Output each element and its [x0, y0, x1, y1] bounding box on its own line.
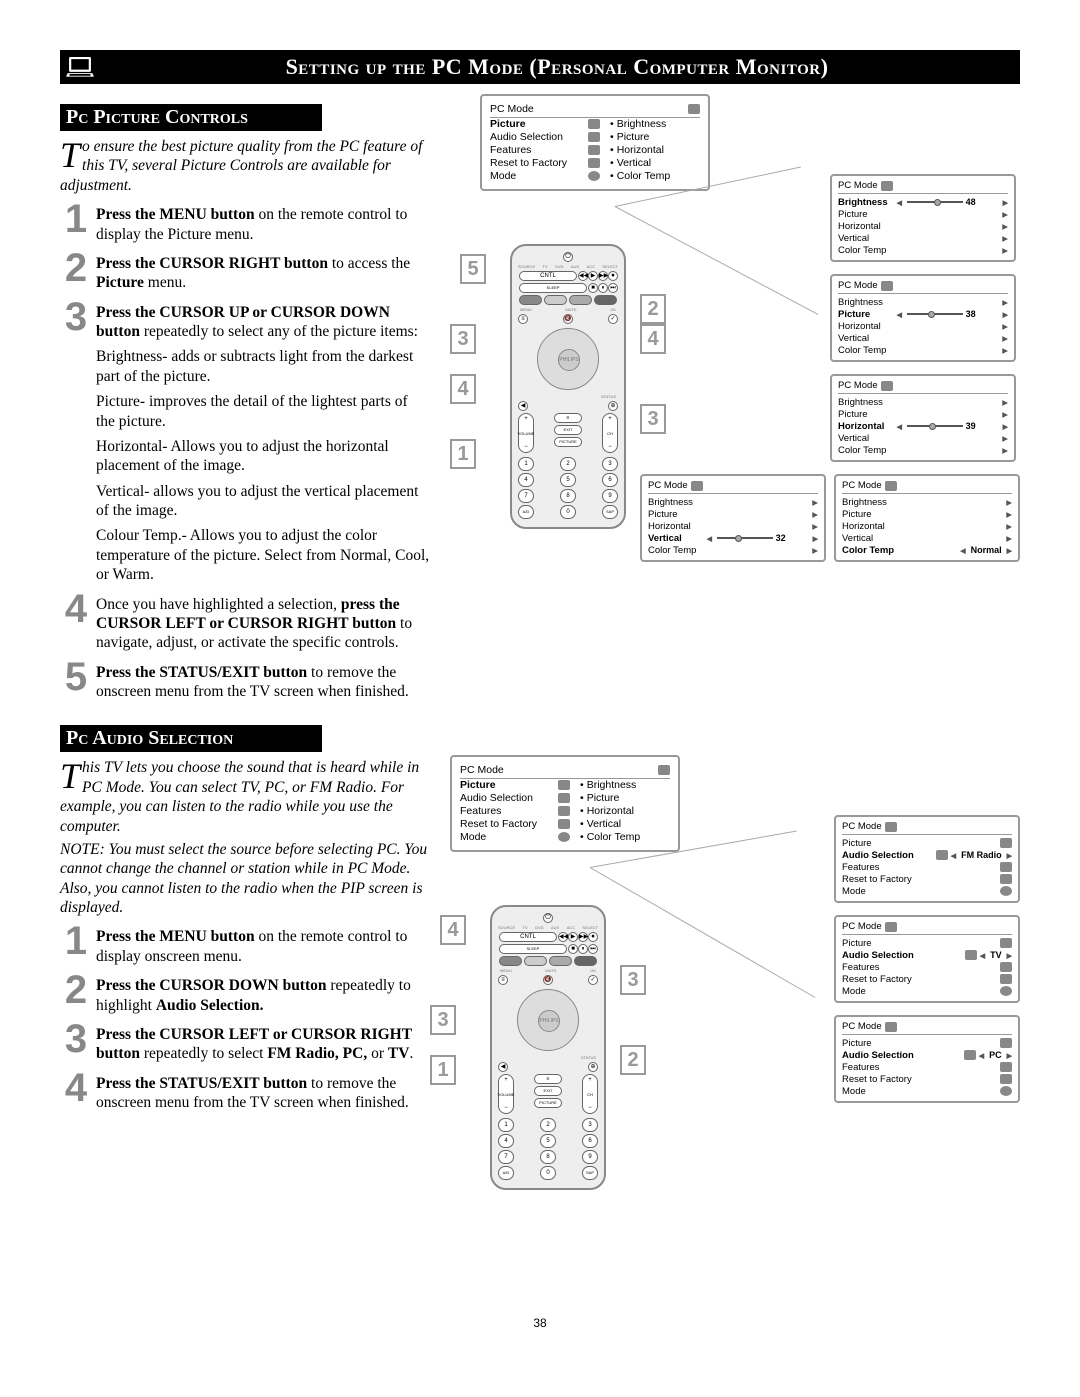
power-button: ⏻: [563, 252, 573, 262]
picture-step-1: 1 Press the MENU button on the remote co…: [60, 199, 430, 244]
features-icon: [588, 145, 600, 155]
callout-1: 1: [450, 439, 476, 469]
callout-3b: 3: [640, 404, 666, 434]
page-title: Setting up the PC Mode (Personal Compute…: [100, 54, 1014, 80]
monitor-icon: [688, 104, 700, 114]
osd-colortemp: PC Mode Brightness▶ Picture▶ Horizontal▶…: [834, 474, 1020, 562]
dpad: PHILIPS: [537, 328, 599, 390]
callout-2: 2: [640, 294, 666, 324]
section-header-picture: Pc Picture Controls: [60, 104, 322, 131]
channel-rocker: +CH−: [602, 413, 618, 453]
picture-icon: [588, 119, 600, 129]
page-title-bar: Setting up the PC Mode (Personal Compute…: [60, 50, 1020, 84]
section-header-audio: Pc Audio Selection: [60, 725, 322, 752]
laptop-icon: [66, 55, 94, 79]
callout-a3b: 3: [620, 965, 646, 995]
callout-3a: 3: [450, 324, 476, 354]
mode-icon: [588, 171, 600, 181]
picture-subitems: Brightness- adds or subtracts light from…: [96, 347, 430, 584]
audio-intro: This TV lets you choose the sound that i…: [60, 758, 430, 836]
osd-audio-pc: PC Mode Picture Audio SelectionPC Featur…: [834, 1015, 1020, 1103]
back-button: ◀: [518, 401, 528, 411]
callout-a4: 4: [440, 915, 466, 945]
audio-step-2: 2 Press the CURSOR DOWN button repeatedl…: [60, 970, 430, 1015]
osd-main-menu-audio: PC Mode Picture Audio Selection Features…: [450, 755, 680, 852]
audio-note: NOTE: You must select the source before …: [60, 840, 430, 918]
osd-vertical: PC Mode Brightness▶ Picture▶ Horizontal▶…: [640, 474, 826, 562]
callout-5: 5: [460, 254, 486, 284]
status-button: ⊕: [608, 401, 618, 411]
osd-audio-tv: PC Mode Picture Audio SelectionTV Featur…: [834, 915, 1020, 1003]
audio-step-1: 1 Press the MENU button on the remote co…: [60, 921, 430, 966]
callout-4a: 4: [450, 374, 476, 404]
osd-brightness: PC Mode Brightness48 Picture▶ Horizontal…: [830, 174, 1016, 262]
callout-a1: 1: [430, 1055, 456, 1085]
picture-step-5: 5 Press the STATUS/EXIT button to remove…: [60, 657, 430, 702]
numpad: 123 456 789 A/D0SAP: [518, 457, 618, 519]
osd-horizontal: PC Mode Brightness▶ Picture▶ Horizontal3…: [830, 374, 1016, 462]
callout-a3a: 3: [430, 1005, 456, 1035]
picture-intro: To ensure the best picture quality from …: [60, 137, 430, 195]
remote-control-picture: ⏻ SOURCETVDVDAUXACCSELECT CNTL◀◀▶▶▶⏺ SLE…: [510, 244, 626, 529]
audio-step-3: 3 Press the CURSOR LEFT or CURSOR RIGHT …: [60, 1019, 430, 1064]
osd-audio-fmradio: PC Mode Picture Audio SelectionFM Radio …: [834, 815, 1020, 903]
remote-control-audio: ⏻ SOURCETVDVDAUXACCSELECT CNTL◀◀▶▶▶⏺ SLE…: [490, 905, 606, 1190]
callout-a2: 2: [620, 1045, 646, 1075]
menu-button: ≡: [518, 314, 528, 324]
page-number: 38: [60, 1316, 1020, 1330]
osd-picture: PC Mode Brightness▶ Picture38 Horizontal…: [830, 274, 1016, 362]
left-column: Pc Picture Controls To ensure the best p…: [60, 94, 430, 1286]
audio-icon: [588, 132, 600, 142]
audio-step-4: 4 Press the STATUS/EXIT button to remove…: [60, 1068, 430, 1113]
picture-step-4: 4 Once you have highlighted a selection,…: [60, 589, 430, 653]
right-column: PC Mode Picture Audio Selection Features…: [450, 94, 1020, 1286]
picture-step-3: 3 Press the CURSOR UP or CURSOR DOWN but…: [60, 297, 430, 342]
volume-rocker: +VOLUME−: [518, 413, 534, 453]
reset-icon: [588, 158, 600, 168]
picture-step-2: 2 Press the CURSOR RIGHT button to acces…: [60, 248, 430, 293]
osd-main-menu-picture: PC Mode Picture Audio Selection Features…: [480, 94, 710, 191]
callout-4b: 4: [640, 324, 666, 354]
